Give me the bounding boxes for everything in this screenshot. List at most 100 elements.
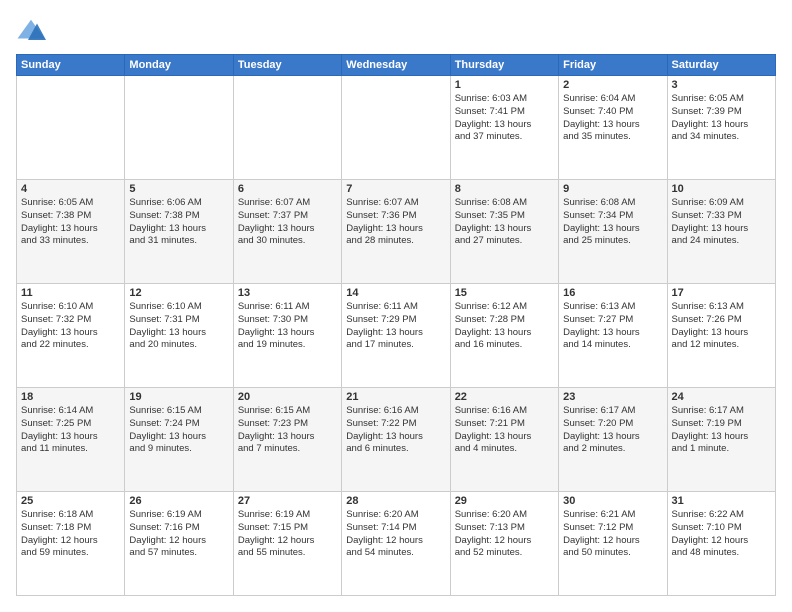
calendar-cell: 15 Sunrise: 6:12 AM Sunset: 7:28 PM Dayli… bbox=[450, 284, 558, 388]
day-info: Sunrise: 6:14 AM Sunset: 7:25 PM Dayligh… bbox=[21, 405, 120, 456]
day-info: Sunrise: 6:16 AM Sunset: 7:22 PM Dayligh… bbox=[346, 405, 445, 456]
calendar-cell: 24 Sunrise: 6:17 AM Sunset: 7:19 PM Dayli… bbox=[667, 388, 775, 492]
day-info: Sunrise: 6:12 AM Sunset: 7:28 PM Dayligh… bbox=[455, 301, 554, 352]
calendar-cell: 17Sunrise: 6:13 AM Sunset: 7:26 PM Dayli… bbox=[667, 284, 775, 388]
day-info: Sunrise: 6:19 AM Sunset: 7:15 PM Dayligh… bbox=[238, 509, 337, 560]
day-info: Sunrise: 6:11 AM Sunset: 7:29 PM Dayligh… bbox=[346, 301, 445, 352]
calendar-cell: 31Sunrise: 6:22 AM Sunset: 7:10 PM Dayli… bbox=[667, 492, 775, 596]
calendar-cell: 8 Sunrise: 6:08 AM Sunset: 7:35 PM Daylig… bbox=[450, 180, 558, 284]
calendar-cell: 25 Sunrise: 6:18 AM Sunset: 7:18 PM Dayli… bbox=[17, 492, 125, 596]
day-header-thursday: Thursday bbox=[450, 55, 558, 76]
calendar-cell: 6 Sunrise: 6:07 AM Sunset: 7:37 PM Daylig… bbox=[233, 180, 341, 284]
day-info: Sunrise: 6:07 AM Sunset: 7:37 PM Dayligh… bbox=[238, 197, 337, 248]
calendar-cell: 14 Sunrise: 6:11 AM Sunset: 7:29 PM Dayli… bbox=[342, 284, 450, 388]
day-header-saturday: Saturday bbox=[667, 55, 775, 76]
day-info: Sunrise: 6:03 AM Sunset: 7:41 PM Dayligh… bbox=[455, 93, 554, 144]
day-number: 26 bbox=[129, 495, 228, 507]
day-number: 10 bbox=[672, 183, 771, 195]
day-number: 17 bbox=[672, 287, 771, 299]
day-info: Sunrise: 6:08 AM Sunset: 7:34 PM Dayligh… bbox=[563, 197, 662, 248]
day-number: 30 bbox=[563, 495, 662, 507]
calendar-cell: 18 Sunrise: 6:14 AM Sunset: 7:25 PM Dayli… bbox=[17, 388, 125, 492]
day-info: Sunrise: 6:22 AM Sunset: 7:10 PM Dayligh… bbox=[672, 509, 771, 560]
day-number: 24 bbox=[672, 391, 771, 403]
day-number: 23 bbox=[563, 391, 662, 403]
day-info: Sunrise: 6:05 AM Sunset: 7:38 PM Dayligh… bbox=[21, 197, 120, 248]
day-number: 21 bbox=[346, 391, 445, 403]
day-info: Sunrise: 6:17 AM Sunset: 7:19 PM Dayligh… bbox=[672, 405, 771, 456]
day-info: Sunrise: 6:18 AM Sunset: 7:18 PM Dayligh… bbox=[21, 509, 120, 560]
day-number: 22 bbox=[455, 391, 554, 403]
calendar-cell: 30 Sunrise: 6:21 AM Sunset: 7:12 PM Dayli… bbox=[559, 492, 667, 596]
day-info: Sunrise: 6:08 AM Sunset: 7:35 PM Dayligh… bbox=[455, 197, 554, 248]
calendar-cell: 7 Sunrise: 6:07 AM Sunset: 7:36 PM Daylig… bbox=[342, 180, 450, 284]
day-info: Sunrise: 6:10 AM Sunset: 7:31 PM Dayligh… bbox=[129, 301, 228, 352]
day-info: Sunrise: 6:13 AM Sunset: 7:27 PM Dayligh… bbox=[563, 301, 662, 352]
day-header-friday: Friday bbox=[559, 55, 667, 76]
calendar-header-row: SundayMondayTuesdayWednesdayThursdayFrid… bbox=[17, 55, 776, 76]
day-number: 29 bbox=[455, 495, 554, 507]
day-number: 15 bbox=[455, 287, 554, 299]
day-info: Sunrise: 6:15 AM Sunset: 7:23 PM Dayligh… bbox=[238, 405, 337, 456]
calendar-cell: 13Sunrise: 6:11 AM Sunset: 7:30 PM Dayli… bbox=[233, 284, 341, 388]
day-number: 11 bbox=[21, 287, 120, 299]
calendar-cell: 22 Sunrise: 6:16 AM Sunset: 7:21 PM Dayli… bbox=[450, 388, 558, 492]
day-info: Sunrise: 6:20 AM Sunset: 7:14 PM Dayligh… bbox=[346, 509, 445, 560]
week-row-3: 18 Sunrise: 6:14 AM Sunset: 7:25 PM Dayli… bbox=[17, 388, 776, 492]
calendar-cell: 9 Sunrise: 6:08 AM Sunset: 7:34 PM Daylig… bbox=[559, 180, 667, 284]
calendar-cell bbox=[125, 76, 233, 180]
week-row-1: 4Sunrise: 6:05 AM Sunset: 7:38 PM Daylig… bbox=[17, 180, 776, 284]
calendar-cell: 26 Sunrise: 6:19 AM Sunset: 7:16 PM Dayli… bbox=[125, 492, 233, 596]
day-info: Sunrise: 6:07 AM Sunset: 7:36 PM Dayligh… bbox=[346, 197, 445, 248]
day-info: Sunrise: 6:20 AM Sunset: 7:13 PM Dayligh… bbox=[455, 509, 554, 560]
day-info: Sunrise: 6:15 AM Sunset: 7:24 PM Dayligh… bbox=[129, 405, 228, 456]
day-info: Sunrise: 6:10 AM Sunset: 7:32 PM Dayligh… bbox=[21, 301, 120, 352]
calendar-cell: 4Sunrise: 6:05 AM Sunset: 7:38 PM Daylig… bbox=[17, 180, 125, 284]
week-row-2: 11 Sunrise: 6:10 AM Sunset: 7:32 PM Dayli… bbox=[17, 284, 776, 388]
day-number: 2 bbox=[563, 79, 662, 91]
day-number: 6 bbox=[238, 183, 337, 195]
calendar-cell: 27 Sunrise: 6:19 AM Sunset: 7:15 PM Dayli… bbox=[233, 492, 341, 596]
day-number: 27 bbox=[238, 495, 337, 507]
day-info: Sunrise: 6:17 AM Sunset: 7:20 PM Dayligh… bbox=[563, 405, 662, 456]
day-number: 9 bbox=[563, 183, 662, 195]
day-info: Sunrise: 6:09 AM Sunset: 7:33 PM Dayligh… bbox=[672, 197, 771, 248]
logo-icon bbox=[16, 16, 46, 46]
logo bbox=[16, 16, 50, 46]
day-header-wednesday: Wednesday bbox=[342, 55, 450, 76]
week-row-4: 25 Sunrise: 6:18 AM Sunset: 7:18 PM Dayli… bbox=[17, 492, 776, 596]
day-info: Sunrise: 6:04 AM Sunset: 7:40 PM Dayligh… bbox=[563, 93, 662, 144]
week-row-0: 1 Sunrise: 6:03 AM Sunset: 7:41 PM Daylig… bbox=[17, 76, 776, 180]
calendar-cell: 19Sunrise: 6:15 AM Sunset: 7:24 PM Dayli… bbox=[125, 388, 233, 492]
day-info: Sunrise: 6:05 AM Sunset: 7:39 PM Dayligh… bbox=[672, 93, 771, 144]
day-number: 25 bbox=[21, 495, 120, 507]
calendar-cell: 11 Sunrise: 6:10 AM Sunset: 7:32 PM Dayli… bbox=[17, 284, 125, 388]
calendar-table: SundayMondayTuesdayWednesdayThursdayFrid… bbox=[16, 54, 776, 596]
day-number: 12 bbox=[129, 287, 228, 299]
day-header-tuesday: Tuesday bbox=[233, 55, 341, 76]
day-number: 7 bbox=[346, 183, 445, 195]
day-number: 5 bbox=[129, 183, 228, 195]
calendar-cell: 10 Sunrise: 6:09 AM Sunset: 7:33 PM Dayli… bbox=[667, 180, 775, 284]
day-number: 14 bbox=[346, 287, 445, 299]
day-info: Sunrise: 6:21 AM Sunset: 7:12 PM Dayligh… bbox=[563, 509, 662, 560]
calendar-cell: 20 Sunrise: 6:15 AM Sunset: 7:23 PM Dayli… bbox=[233, 388, 341, 492]
day-info: Sunrise: 6:06 AM Sunset: 7:38 PM Dayligh… bbox=[129, 197, 228, 248]
calendar-cell bbox=[342, 76, 450, 180]
day-number: 20 bbox=[238, 391, 337, 403]
calendar-cell: 21 Sunrise: 6:16 AM Sunset: 7:22 PM Dayli… bbox=[342, 388, 450, 492]
day-info: Sunrise: 6:16 AM Sunset: 7:21 PM Dayligh… bbox=[455, 405, 554, 456]
day-number: 3 bbox=[672, 79, 771, 91]
day-number: 8 bbox=[455, 183, 554, 195]
calendar-cell: 5 Sunrise: 6:06 AM Sunset: 7:38 PM Daylig… bbox=[125, 180, 233, 284]
day-number: 18 bbox=[21, 391, 120, 403]
day-number: 1 bbox=[455, 79, 554, 91]
header bbox=[16, 16, 776, 46]
calendar-body: 1 Sunrise: 6:03 AM Sunset: 7:41 PM Daylig… bbox=[17, 76, 776, 596]
day-number: 28 bbox=[346, 495, 445, 507]
day-number: 16 bbox=[563, 287, 662, 299]
day-info: Sunrise: 6:19 AM Sunset: 7:16 PM Dayligh… bbox=[129, 509, 228, 560]
calendar-cell: 1 Sunrise: 6:03 AM Sunset: 7:41 PM Daylig… bbox=[450, 76, 558, 180]
calendar-cell bbox=[17, 76, 125, 180]
calendar-cell: 28 Sunrise: 6:20 AM Sunset: 7:14 PM Dayli… bbox=[342, 492, 450, 596]
